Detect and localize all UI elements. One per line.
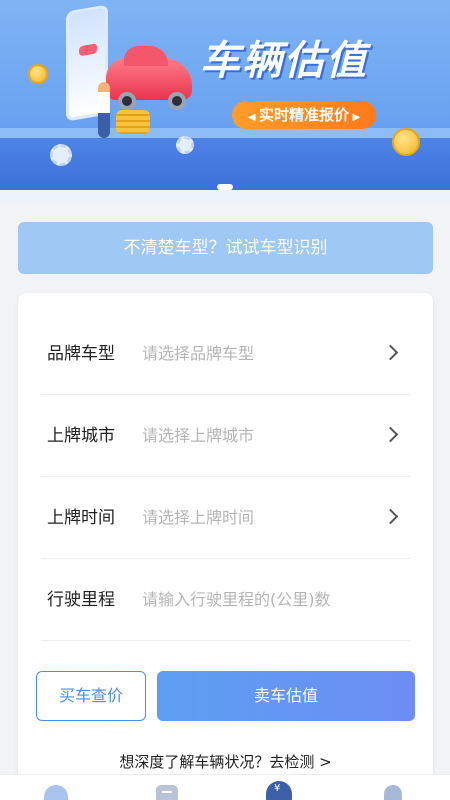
buy-car-price-button[interactable]: 买车查价: [36, 671, 146, 721]
left-arrow-icon: ◀: [247, 112, 259, 123]
brand-model-label: 品牌车型: [47, 344, 115, 364]
car-value-tab-icon[interactable]: [266, 781, 292, 800]
registration-date-label: 上牌时间: [47, 508, 115, 528]
carousel-indicator: [217, 184, 233, 190]
chevron-right-icon: [382, 426, 399, 443]
car-wheel-icon: [118, 92, 136, 110]
banner-title: 车辆估值: [200, 38, 368, 84]
valuation-form-card: 品牌车型 请选择品牌车型 上牌城市 请选择上牌城市 上牌时间 请选择上牌时间 行…: [18, 293, 433, 790]
registration-city-placeholder: 请选择上牌城市: [142, 426, 255, 445]
right-arrow-icon: ▶: [349, 112, 361, 123]
form-row-registration-city[interactable]: 上牌城市 请选择上牌城市: [41, 395, 410, 477]
form-row-brand-model[interactable]: 品牌车型 请选择品牌车型: [41, 313, 410, 395]
mileage-input[interactable]: [142, 559, 392, 641]
mileage-label: 行驶里程: [47, 590, 115, 610]
model-recognition-button[interactable]: 不清楚车型？试试车型识别: [18, 222, 433, 274]
bottom-tab-bar: [0, 774, 450, 800]
home-tab-icon[interactable]: [44, 785, 68, 800]
gear-icon: [176, 136, 194, 154]
profile-tab-icon[interactable]: [384, 785, 402, 800]
banner-subtitle-text: 实时精准报价: [258, 106, 349, 124]
coin-stack-illustration: [116, 110, 150, 134]
banner-bottom-strip: [0, 190, 450, 203]
brand-model-placeholder: 请选择品牌车型: [142, 344, 255, 363]
registration-city-label: 上牌城市: [47, 426, 115, 446]
chevron-right-icon: [382, 508, 399, 525]
form-row-registration-date[interactable]: 上牌时间 请选择上牌时间: [41, 477, 410, 559]
banner-subtitle-pill: ◀ 实时精准报价 ▶: [232, 101, 376, 129]
valuation-banner: 车辆估值 ◀ 实时精准报价 ▶: [0, 0, 450, 203]
gear-icon: [50, 144, 72, 166]
sell-car-valuation-button[interactable]: 卖车估值: [157, 671, 415, 721]
registration-date-placeholder: 请选择上牌时间: [142, 508, 255, 527]
form-row-mileage: 行驶里程: [41, 559, 410, 641]
car-wheel-icon: [168, 92, 186, 110]
list-tab-icon[interactable]: [156, 785, 178, 800]
chevron-right-icon: [382, 344, 399, 361]
person-illustration: [98, 82, 110, 138]
coin-icon: [28, 64, 48, 84]
coin-icon: [392, 128, 420, 156]
go-inspect-link[interactable]: 想深度了解车辆状况？去检测 >: [18, 751, 433, 772]
